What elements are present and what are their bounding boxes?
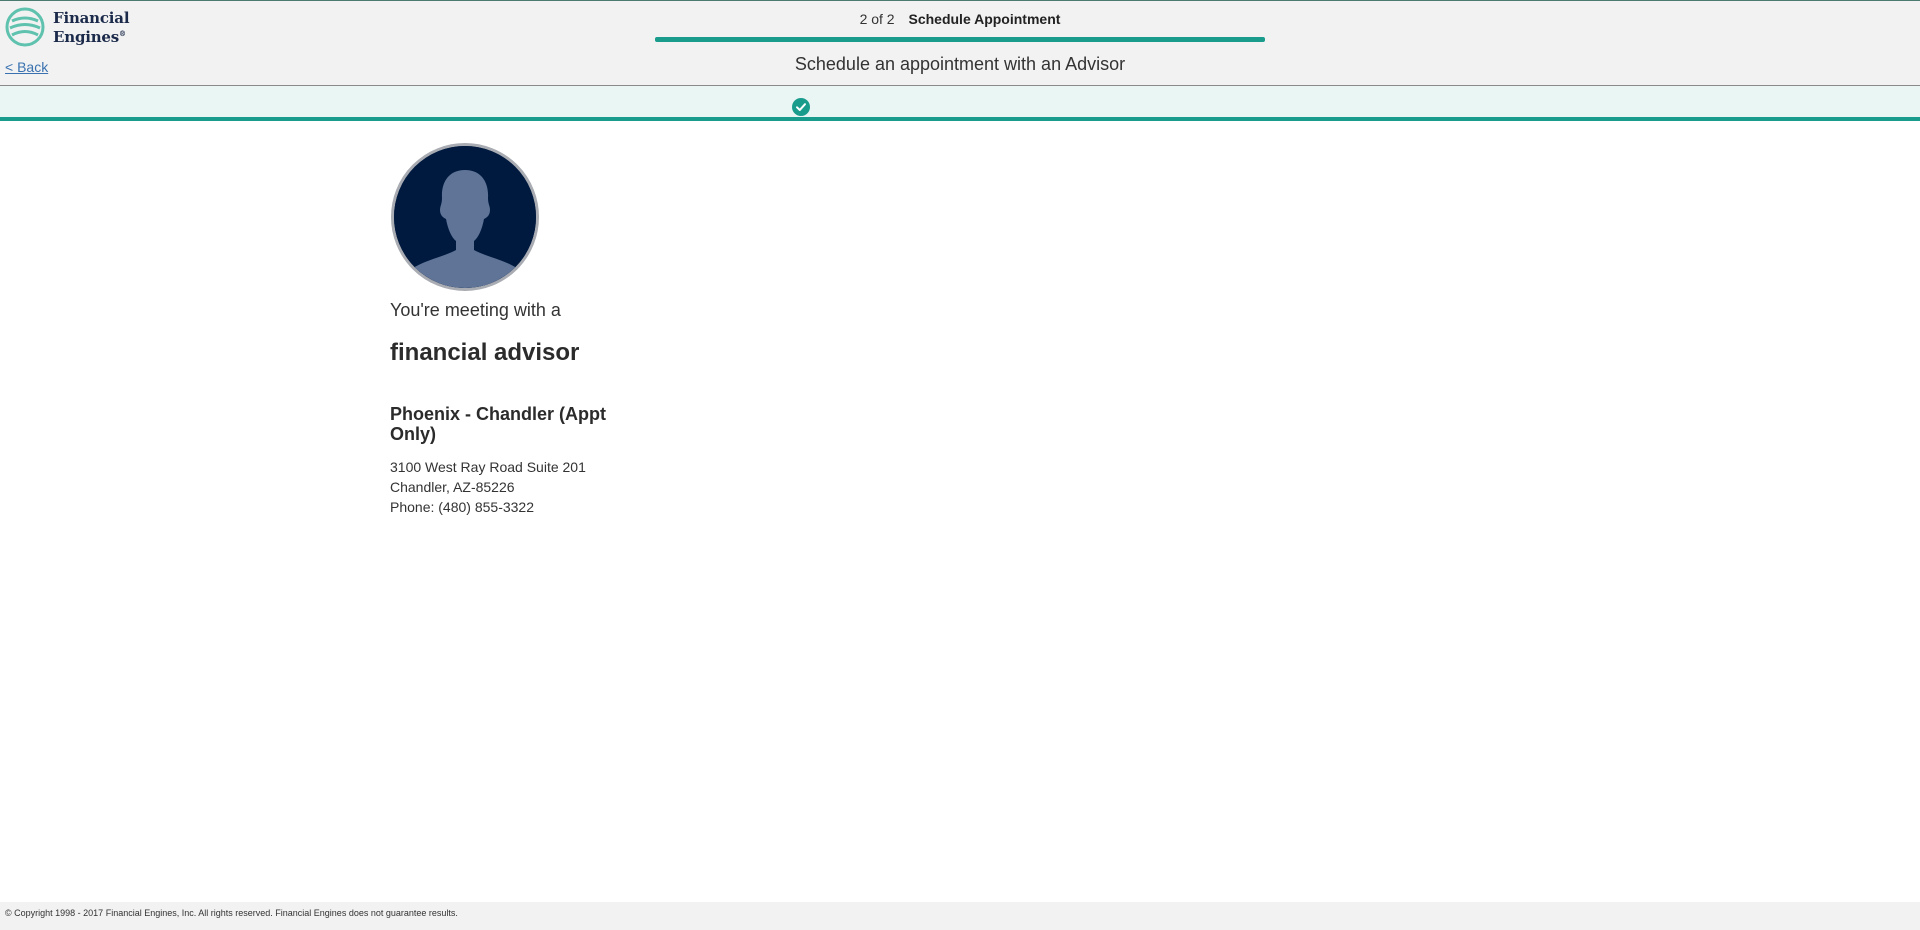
- avatar: [391, 143, 539, 291]
- office-phone: Phone: (480) 855-3322: [390, 499, 534, 515]
- registered-mark: ®: [119, 28, 126, 38]
- step-count: 2 of 2: [859, 11, 895, 27]
- address-line2: Chandler, AZ-85226: [390, 479, 515, 495]
- page-header: Financial Engines® < Back 2 of 2 Schedul…: [0, 0, 1920, 86]
- advisor-card: You're meeting with a financial advisor …: [390, 143, 630, 517]
- copyright-text: © Copyright 1998 - 2017 Financial Engine…: [5, 908, 458, 918]
- address-line1: 3100 West Ray Road Suite 201: [390, 459, 586, 475]
- confirmation-band: [0, 86, 1920, 121]
- app-root: Financial Engines® < Back 2 of 2 Schedul…: [0, 0, 1920, 930]
- logo-line2: Engines: [53, 27, 120, 46]
- meeting-intro: You're meeting with a: [390, 300, 561, 320]
- logo-line1: Financial: [53, 8, 130, 27]
- advisor-role: financial advisor: [390, 339, 580, 366]
- brand-logo[interactable]: Financial Engines®: [5, 7, 130, 47]
- back-link[interactable]: < Back: [5, 59, 48, 75]
- step-progress-bar: [655, 37, 1265, 42]
- page-footer: © Copyright 1998 - 2017 Financial Engine…: [0, 902, 1920, 930]
- office-name: Phoenix - Chandler (Appt Only): [390, 404, 606, 444]
- logo-mark-icon: [5, 7, 45, 47]
- page-title: Schedule an appointment with an Advisor: [794, 54, 1126, 74]
- logo-wordmark: Financial Engines®: [53, 8, 130, 46]
- step-name: Schedule Appointment: [908, 11, 1061, 27]
- office-address: 3100 West Ray Road Suite 201 Chandler, A…: [390, 457, 630, 517]
- check-circle-icon: [792, 98, 810, 116]
- person-silhouette-icon: [394, 146, 536, 288]
- step-indicator: 2 of 2 Schedule Appointment: [655, 11, 1265, 27]
